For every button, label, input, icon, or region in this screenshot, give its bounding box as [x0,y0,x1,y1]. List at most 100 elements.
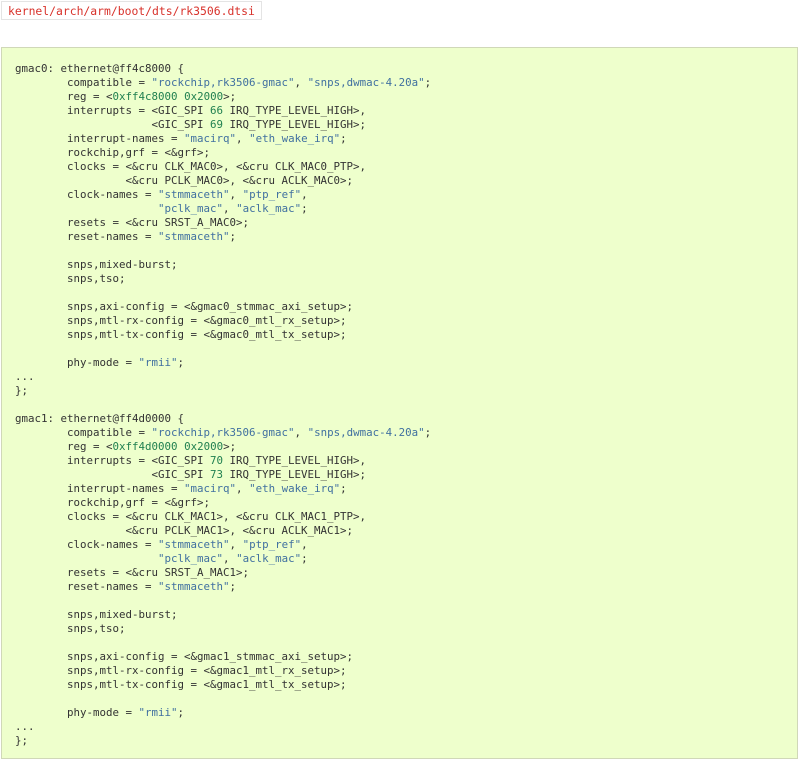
code-plain: , [301,538,308,551]
code-plain: , [223,202,237,215]
code-plain: ... [15,720,35,733]
code-plain: <&cru PCLK_MAC1>, <&cru ACLK_MAC1>; [15,524,354,537]
code-line: interrupt-names = "macirq", "eth_wake_ir… [15,132,347,145]
code-line: <&cru PCLK_MAC0>, <&cru ACLK_MAC0>; [15,174,354,187]
code-plain: reg = < [15,440,113,453]
code-plain [15,202,158,215]
code-line: interrupts = <GIC_SPI 66 IRQ_TYPE_LEVEL_… [15,104,366,117]
code-plain: , [223,552,237,565]
code-line: ... [15,370,35,383]
code-plain: ... [15,370,35,383]
code-number: 0x2000 [184,440,224,453]
code-string: "rmii" [138,356,178,369]
code-string: "stmmaceth" [158,580,230,593]
code-plain: gmac0: ethernet@ff4c8000 { [15,62,185,75]
code-plain: ; [229,230,237,243]
code-string: "aclk_mac" [236,202,302,215]
code-string: "rmii" [138,706,178,719]
code-plain: <GIC_SPI [15,468,211,481]
code-line: snps,axi-config = <&gmac0_stmmac_axi_set… [15,300,353,313]
code-plain: ; [340,132,347,145]
code-line: "pclk_mac", "aclk_mac"; [15,202,308,215]
code-plain: phy-mode = [15,706,139,719]
code-plain: ; [229,580,237,593]
code-plain: snps,axi-config = <&gmac0_stmmac_axi_set… [15,300,354,313]
code-string: "snps,dwmac-4.20a" [307,426,425,439]
code-line: resets = <&cru SRST_A_MAC0>; [15,216,249,229]
code-plain: snps,tso; [15,272,126,285]
code-plain: IRQ_TYPE_LEVEL_HIGH>; [223,468,367,481]
code-line: gmac0: ethernet@ff4c8000 { [15,62,184,75]
code-plain: gmac1: ethernet@ff4d0000 { [15,412,185,425]
code-plain: phy-mode = [15,356,139,369]
code-line: }; [15,734,28,747]
code-line: phy-mode = "rmii"; [15,706,184,719]
code-plain: clocks = <&cru CLK_MAC1>, <&cru CLK_MAC1… [15,510,367,523]
code-line: interrupt-names = "macirq", "eth_wake_ir… [15,482,347,495]
code-string: "stmmaceth" [158,538,230,551]
code-string: "stmmaceth" [158,188,230,201]
code-number: 0x2000 [184,90,224,103]
code-line: rockchip,grf = <&grf>; [15,496,210,509]
code-plain: , [229,188,243,201]
code-line: }; [15,384,28,397]
code-plain: compatible = [15,76,152,89]
code-text: gmac0: ethernet@ff4c8000 { compatible = … [15,62,431,748]
code-line: <GIC_SPI 73 IRQ_TYPE_LEVEL_HIGH>; [15,468,367,481]
code-line: clocks = <&cru CLK_MAC1>, <&cru CLK_MAC1… [15,510,366,523]
code-plain: clocks = <&cru CLK_MAC0>, <&cru CLK_MAC0… [15,160,367,173]
code-plain: , [301,188,308,201]
code-line: snps,mtl-tx-config = <&gmac0_mtl_tx_setu… [15,328,347,341]
code-line: compatible = "rockchip,rk3506-gmac", "sn… [15,426,431,439]
code-string: "pclk_mac" [158,202,224,215]
file-path-label: kernel/arch/arm/boot/dts/rk3506.dtsi [1,1,262,20]
code-number: 0xff4c8000 [112,90,178,103]
code-line: phy-mode = "rmii"; [15,356,184,369]
code-line: ... [15,720,35,733]
code-string: "rockchip,rk3506-gmac" [151,76,295,89]
code-string: "macirq" [184,482,237,495]
code-plain: IRQ_TYPE_LEVEL_HIGH>, [223,104,367,117]
code-plain: }; [15,734,29,747]
code-plain: , [294,426,308,439]
code-line: gmac1: ethernet@ff4d0000 { [15,412,184,425]
code-string: "macirq" [184,132,237,145]
code-line: "pclk_mac", "aclk_mac"; [15,552,308,565]
code-line: clock-names = "stmmaceth", "ptp_ref", [15,188,308,201]
code-plain: clock-names = [15,538,159,551]
code-number: 73 [210,468,224,481]
code-number: 0xff4d0000 [112,440,178,453]
code-plain: reset-names = [15,230,159,243]
code-line: clock-names = "stmmaceth", "ptp_ref", [15,538,308,551]
code-plain: snps,mtl-tx-config = <&gmac1_mtl_tx_setu… [15,678,347,691]
code-plain: ; [424,76,432,89]
code-line: reset-names = "stmmaceth"; [15,230,236,243]
code-plain: ; [301,202,308,215]
code-line: snps,tso; [15,622,126,635]
code-line: snps,mixed-burst; [15,608,178,621]
code-line: snps,mtl-rx-config = <&gmac1_mtl_rx_setu… [15,664,347,677]
code-line: <GIC_SPI 69 IRQ_TYPE_LEVEL_HIGH>; [15,118,367,131]
code-block: gmac0: ethernet@ff4c8000 { compatible = … [1,47,798,759]
code-string: "ptp_ref" [242,188,302,201]
code-string: "ptp_ref" [242,538,302,551]
code-plain: , [236,132,250,145]
code-plain: snps,mixed-burst; [15,608,178,621]
code-line: <&cru PCLK_MAC1>, <&cru ACLK_MAC1>; [15,524,354,537]
code-plain: snps,axi-config = <&gmac1_stmmac_axi_set… [15,650,354,663]
code-line: reg = <0xff4c8000 0x2000>; [15,90,236,103]
code-string: "snps,dwmac-4.20a" [307,76,425,89]
code-plain: snps,mtl-rx-config = <&gmac1_mtl_rx_setu… [15,664,347,677]
code-plain: interrupts = <GIC_SPI [15,104,211,117]
code-line: resets = <&cru SRST_A_MAC1>; [15,566,249,579]
code-number: 66 [210,104,224,117]
code-plain: ; [177,706,185,719]
code-number: 70 [210,454,224,467]
code-plain: clock-names = [15,188,159,201]
code-line: reset-names = "stmmaceth"; [15,580,236,593]
code-line: compatible = "rockchip,rk3506-gmac", "sn… [15,76,431,89]
code-plain: , [229,538,243,551]
code-line: snps,mtl-rx-config = <&gmac0_mtl_rx_setu… [15,314,347,327]
code-plain: snps,tso; [15,622,126,635]
code-line: clocks = <&cru CLK_MAC0>, <&cru CLK_MAC0… [15,160,366,173]
